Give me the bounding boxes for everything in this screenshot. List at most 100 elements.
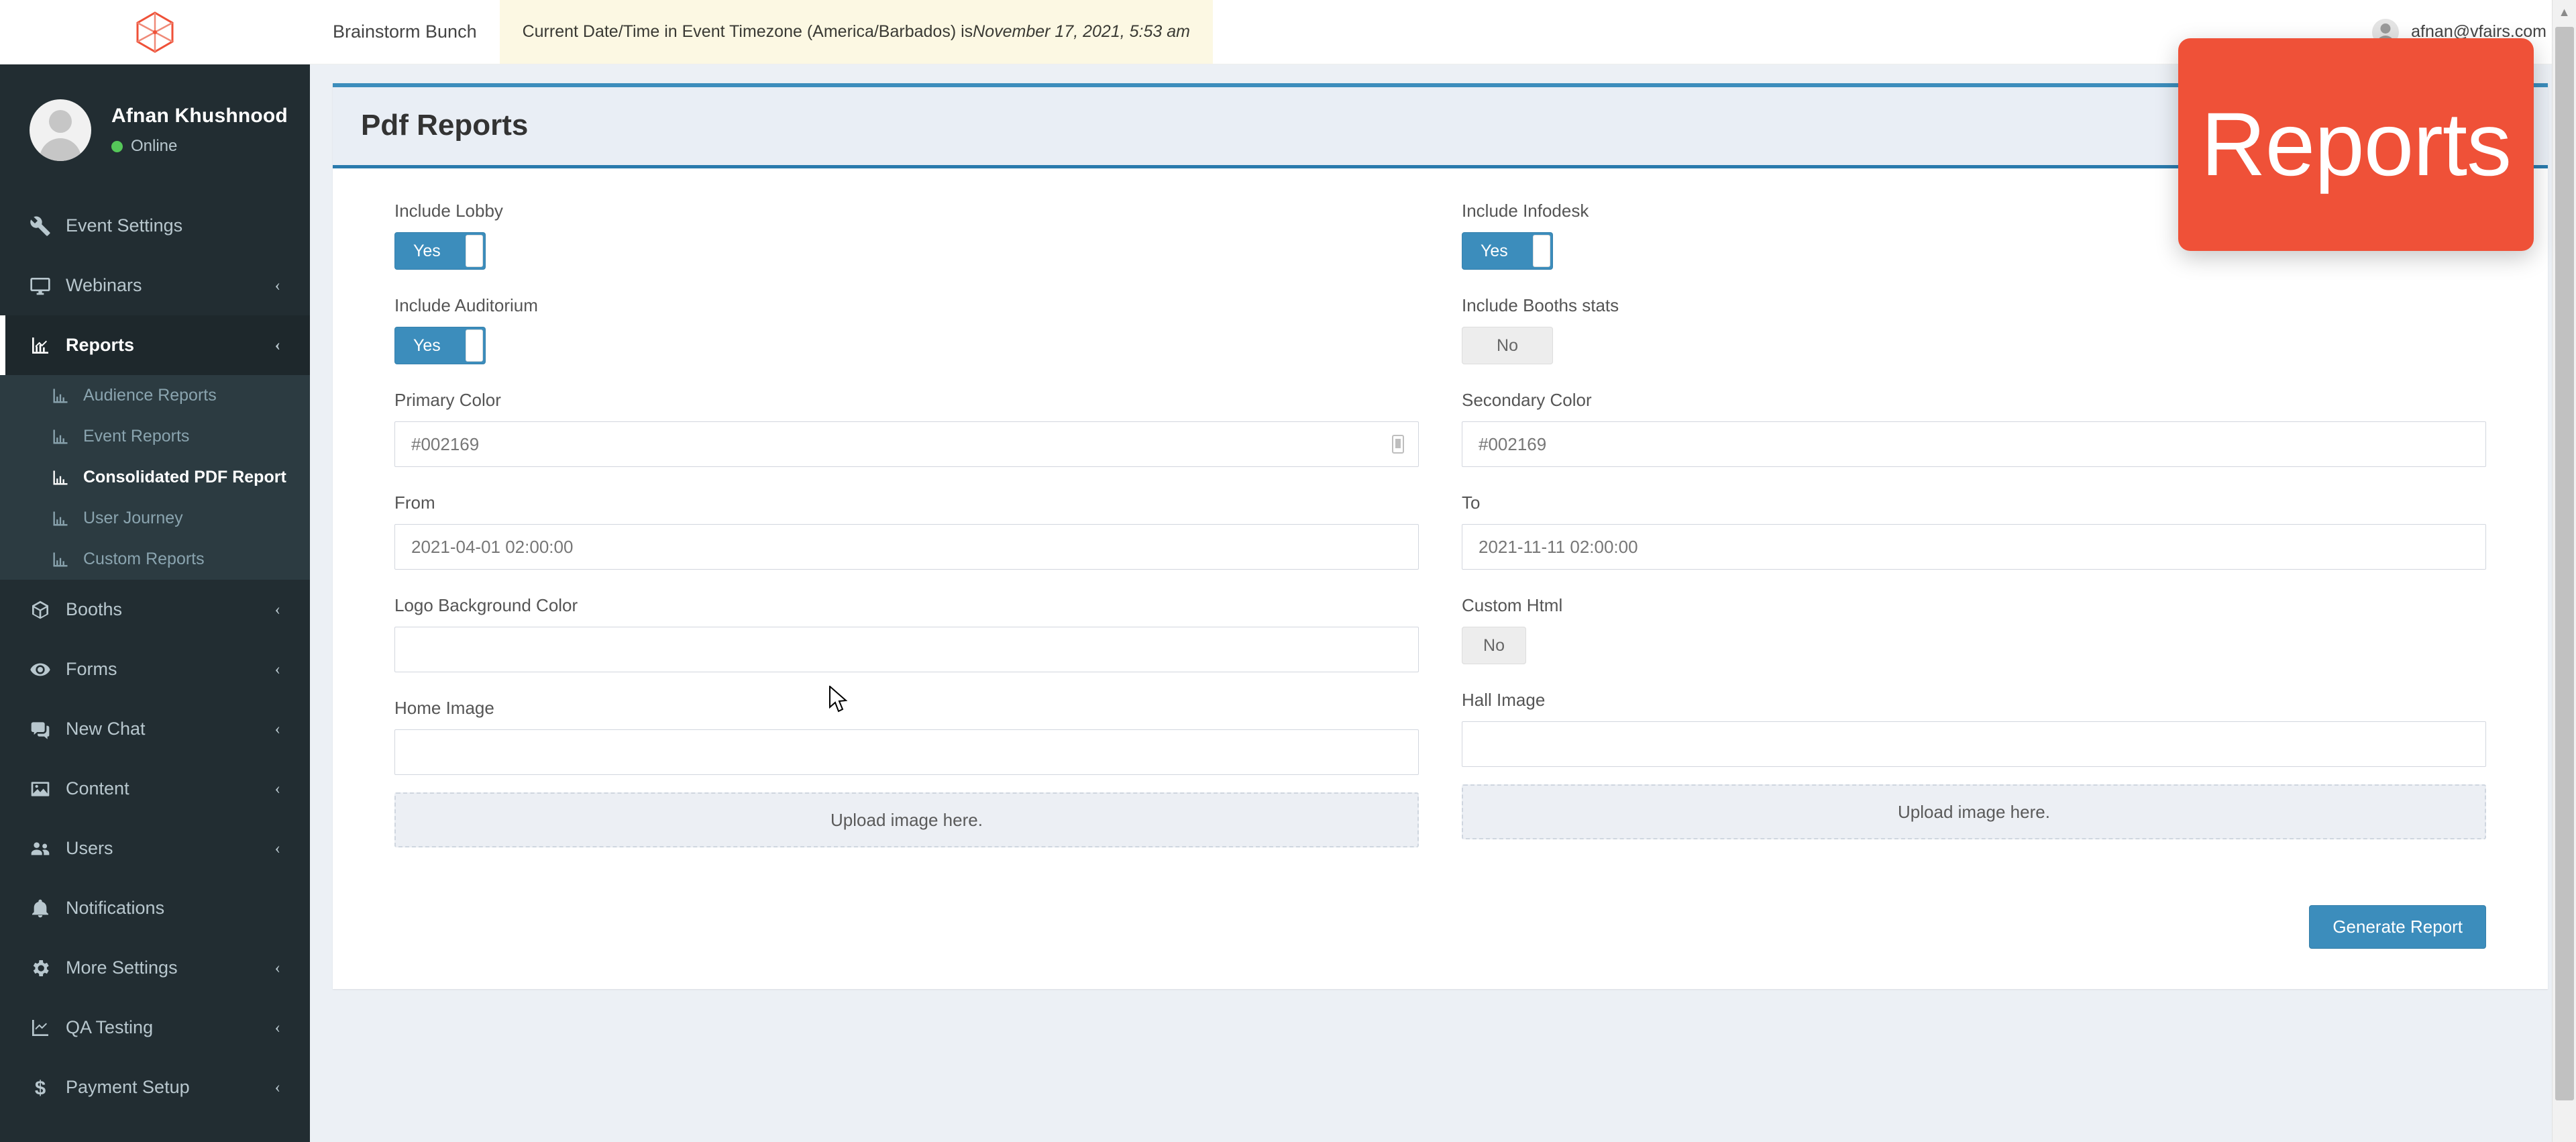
field-home-image: Home Image Upload image here. bbox=[394, 698, 1419, 847]
app-root: Afnan Khushnood Online Event Settings We… bbox=[0, 0, 2576, 1142]
include-auditorium-toggle-value: Yes bbox=[413, 335, 441, 355]
include-lobby-toggle[interactable]: Yes bbox=[394, 232, 486, 270]
svg-text:$: $ bbox=[35, 1077, 46, 1098]
field-include-auditorium: Include Auditorium Yes bbox=[394, 295, 1419, 364]
sidebar-subitem-label: Audience Reports bbox=[83, 386, 217, 405]
include-infodesk-toggle[interactable]: Yes bbox=[1462, 232, 1553, 270]
custom-html-toggle[interactable]: No bbox=[1462, 627, 1526, 664]
scrollbar-up-arrow-icon[interactable]: ▲ bbox=[2553, 0, 2576, 24]
chart-line-icon bbox=[51, 468, 83, 487]
include-infodesk-toggle-value: Yes bbox=[1481, 241, 1508, 260]
sidebar-item-payment-setup[interactable]: $ Payment Setup ‹ bbox=[0, 1057, 310, 1117]
form-column-left: Include Lobby Yes Include Auditorium Yes bbox=[394, 201, 1419, 873]
box-icon bbox=[30, 599, 66, 621]
field-to: To bbox=[1462, 492, 2486, 570]
sidebar-subitem-label: Custom Reports bbox=[83, 550, 205, 568]
home-image-label: Home Image bbox=[394, 698, 494, 718]
sidebar-profile[interactable]: Afnan Khushnood Online bbox=[0, 64, 310, 196]
chat-bubbles-icon bbox=[30, 719, 66, 740]
sidebar-subitem-event-reports[interactable]: Event Reports bbox=[0, 416, 310, 457]
profile-status: Online bbox=[111, 137, 288, 156]
sidebar-item-forms[interactable]: Forms ‹ bbox=[0, 639, 310, 699]
sidebar-subitem-custom-reports[interactable]: Custom Reports bbox=[0, 539, 310, 580]
include-lobby-toggle-value: Yes bbox=[413, 241, 441, 260]
hall-image-dropzone-label: Upload image here. bbox=[1898, 801, 2050, 822]
sidebar-item-users[interactable]: Users ‹ bbox=[0, 819, 310, 878]
sidebar-item-label: New Chat bbox=[66, 719, 146, 739]
chart-line-icon bbox=[51, 427, 83, 446]
chevron-left-icon: ‹ bbox=[274, 1078, 280, 1096]
sidebar-item-content[interactable]: Content ‹ bbox=[0, 759, 310, 819]
toggle-knob bbox=[1533, 235, 1550, 267]
sidebar-subitem-audience-reports[interactable]: Audience Reports bbox=[0, 375, 310, 416]
reports-submenu: Audience Reports Event Reports Consolida… bbox=[0, 375, 310, 580]
sidebar-item-reports[interactable]: Reports ‹ bbox=[0, 315, 310, 375]
custom-html-label: Custom Html bbox=[1462, 595, 1563, 615]
event-name[interactable]: Brainstorm Bunch bbox=[310, 0, 500, 64]
form-column-right: Include Infodesk Yes Include Booths stat… bbox=[1462, 201, 2486, 873]
hall-image-label: Hall Image bbox=[1462, 690, 1546, 710]
field-logo-background-color: Logo Background Color bbox=[394, 595, 1419, 672]
toggle-knob bbox=[466, 329, 483, 362]
chevron-left-icon: ‹ bbox=[274, 660, 280, 678]
to-date-input[interactable] bbox=[1462, 524, 2486, 570]
logo-background-color-label: Logo Background Color bbox=[394, 595, 578, 615]
chart-line-icon bbox=[51, 550, 83, 569]
sidebar-item-qa-testing[interactable]: QA Testing ‹ bbox=[0, 998, 310, 1057]
sidebar-item-notifications[interactable]: Notifications bbox=[0, 878, 310, 938]
include-booths-stats-label: Include Booths stats bbox=[1462, 295, 1619, 315]
sidebar-subitem-user-journey[interactable]: User Journey bbox=[0, 498, 310, 539]
sidebar-subitem-label: Event Reports bbox=[83, 427, 190, 446]
bell-icon bbox=[30, 898, 66, 919]
form-grid: Include Lobby Yes Include Auditorium Yes bbox=[394, 201, 2486, 873]
logo-background-color-input[interactable] bbox=[394, 627, 1419, 672]
sidebar-item-booths[interactable]: Booths ‹ bbox=[0, 580, 310, 639]
hexagon-cube-logo-icon bbox=[135, 11, 175, 54]
sidebar: Afnan Khushnood Online Event Settings We… bbox=[0, 0, 310, 1142]
generate-report-button[interactable]: Generate Report bbox=[2309, 905, 2486, 949]
include-auditorium-label: Include Auditorium bbox=[394, 295, 538, 315]
sidebar-item-event-settings[interactable]: Event Settings bbox=[0, 196, 310, 256]
eyedropper-icon[interactable] bbox=[1389, 433, 1407, 455]
field-secondary-color: Secondary Color bbox=[1462, 390, 2486, 467]
from-date-input[interactable] bbox=[394, 524, 1419, 570]
primary-color-input[interactable] bbox=[394, 421, 1419, 467]
from-label: From bbox=[394, 492, 435, 513]
sidebar-item-new-chat[interactable]: New Chat ‹ bbox=[0, 699, 310, 759]
page-scrollbar[interactable]: ▲ bbox=[2552, 0, 2576, 1142]
secondary-color-label: Secondary Color bbox=[1462, 390, 1592, 410]
sidebar-item-webinars[interactable]: Webinars ‹ bbox=[0, 256, 310, 315]
hall-image-input[interactable] bbox=[1462, 721, 2486, 767]
sidebar-subitem-consolidated-pdf-report[interactable]: Consolidated PDF Report bbox=[0, 457, 310, 498]
sidebar-item-label: Notifications bbox=[66, 898, 165, 918]
home-image-input[interactable] bbox=[394, 729, 1419, 775]
sidebar-subitem-label: Consolidated PDF Report bbox=[83, 468, 286, 486]
eye-icon bbox=[30, 659, 66, 680]
reports-overlay-badge-label: Reports bbox=[2200, 95, 2512, 195]
chart-line-icon bbox=[51, 386, 83, 405]
home-image-dropzone[interactable]: Upload image here. bbox=[394, 792, 1419, 847]
toggle-knob bbox=[466, 235, 483, 267]
include-lobby-label: Include Lobby bbox=[394, 201, 503, 221]
mouse-cursor bbox=[828, 684, 849, 717]
secondary-color-input[interactable] bbox=[1462, 421, 2486, 467]
chevron-left-icon: ‹ bbox=[274, 958, 280, 977]
chart-line-icon bbox=[30, 335, 66, 356]
form-actions: Generate Report bbox=[394, 905, 2486, 949]
sidebar-item-more-settings[interactable]: More Settings ‹ bbox=[0, 938, 310, 998]
field-custom-html: Custom Html No bbox=[1462, 595, 2486, 664]
scrollbar-thumb[interactable] bbox=[2555, 27, 2574, 1100]
sidebar-nav: Event Settings Webinars ‹ Reports ‹ Audi… bbox=[0, 196, 310, 1117]
sidebar-subitem-label: User Journey bbox=[83, 509, 183, 527]
sidebar-item-label: Webinars bbox=[66, 275, 142, 295]
include-auditorium-toggle[interactable]: Yes bbox=[394, 327, 486, 364]
chevron-left-icon: ‹ bbox=[274, 719, 280, 738]
online-dot-icon bbox=[111, 140, 123, 152]
image-icon bbox=[30, 778, 66, 800]
sidebar-item-label: Booths bbox=[66, 599, 123, 619]
field-include-lobby: Include Lobby Yes bbox=[394, 201, 1419, 270]
sidebar-item-label: More Settings bbox=[66, 957, 178, 978]
profile-status-label: Online bbox=[131, 137, 178, 155]
hall-image-dropzone[interactable]: Upload image here. bbox=[1462, 784, 2486, 839]
include-booths-stats-toggle[interactable]: No bbox=[1462, 327, 1553, 364]
